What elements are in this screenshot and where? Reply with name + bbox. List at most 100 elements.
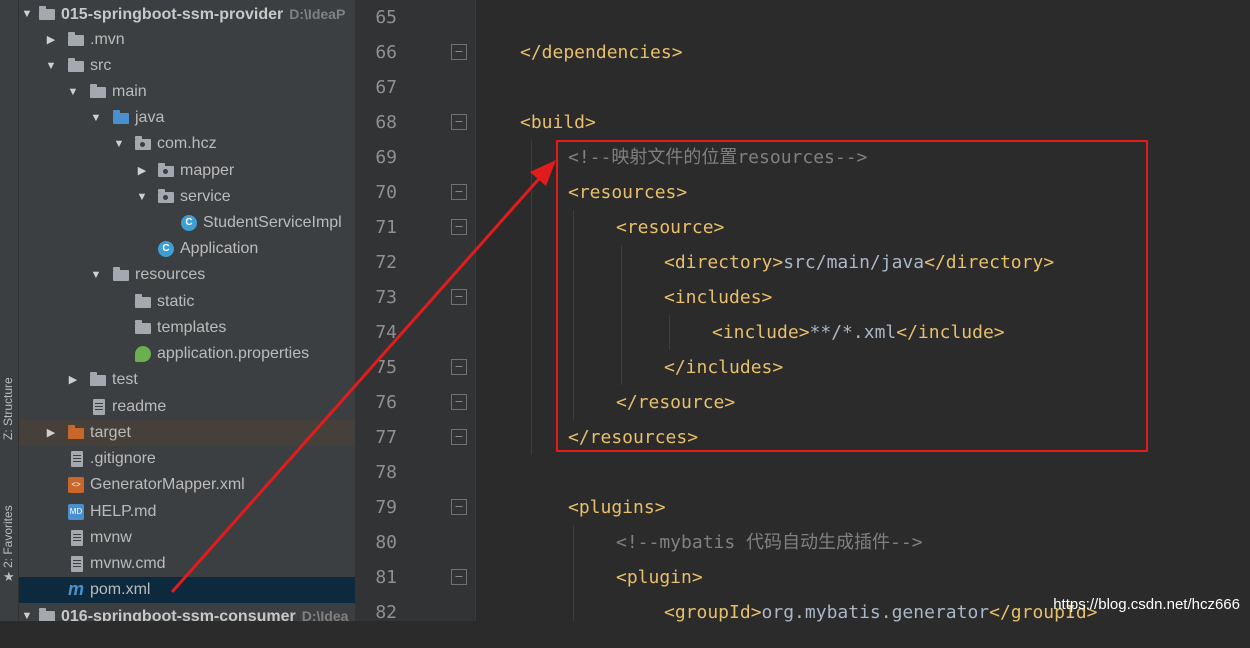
tree-item-static[interactable]: static — [19, 289, 355, 315]
fold-start-icon[interactable]: − — [451, 289, 467, 305]
tree-item-test[interactable]: ▶ test — [19, 367, 355, 393]
tree-item-com-hcz[interactable]: ▼ com.hcz — [19, 131, 355, 157]
fold-start-icon[interactable]: − — [451, 114, 467, 130]
tree-item-label: .gitignore — [90, 450, 156, 467]
package-icon — [158, 163, 174, 177]
expand-arrow-icon[interactable]: ▶ — [45, 27, 57, 53]
fold-start-icon[interactable]: − — [451, 184, 467, 200]
collapse-arrow-icon[interactable]: ▼ — [21, 1, 33, 27]
fold-end-icon[interactable]: − — [451, 44, 467, 60]
line-number: 76 — [375, 392, 397, 413]
collapse-arrow-icon[interactable]: ▼ — [21, 603, 33, 621]
fold-start-icon[interactable]: − — [451, 569, 467, 585]
tree-item-label: target — [90, 424, 131, 441]
fold-end-icon[interactable]: − — [451, 394, 467, 410]
tree-item-label: resources — [135, 266, 206, 283]
line-number: 71 — [375, 217, 397, 238]
tree-item-help-md[interactable]: MD HELP.md — [19, 499, 355, 525]
tree-item-application[interactable]: C Application — [19, 236, 355, 262]
tree-item-target[interactable]: ▶ target — [19, 420, 355, 446]
tree-item-mvn[interactable]: ▶ .mvn — [19, 27, 355, 53]
expand-arrow-icon[interactable]: ▶ — [136, 158, 148, 184]
line-number: 68 — [375, 112, 397, 133]
collapse-arrow-icon[interactable]: ▼ — [136, 184, 148, 210]
code-line-79: <plugins> — [568, 497, 666, 518]
code-line-81: <plugin> — [616, 567, 703, 588]
folder-icon — [135, 320, 151, 334]
tree-item-module-root[interactable]: ▼ 015-springboot-ssm-provider D:\IdeaP — [19, 1, 355, 27]
tree-item-readme[interactable]: readme — [19, 394, 355, 420]
line-number: 77 — [375, 427, 397, 448]
fold-end-icon[interactable]: − — [451, 429, 467, 445]
line-number: 65 — [375, 7, 397, 28]
tree-item-java[interactable]: ▼ java — [19, 105, 355, 131]
tool-window-strip: Z: Structure 2: Favorites ★ — [0, 0, 19, 621]
expand-arrow-icon[interactable]: ▶ — [45, 420, 57, 446]
line-number: 82 — [375, 602, 397, 623]
source-folder-icon — [113, 110, 129, 124]
module-folder-icon — [39, 608, 55, 621]
tree-item-label: service — [180, 188, 231, 205]
tree-item-student-service-impl[interactable]: C StudentServiceImpl — [19, 210, 355, 236]
tree-item-mapper[interactable]: ▶ mapper — [19, 158, 355, 184]
indent-guide — [531, 140, 532, 455]
tree-item-src[interactable]: ▼ src — [19, 53, 355, 79]
line-number: 69 — [375, 147, 397, 168]
tree-item-label: pom.xml — [90, 581, 151, 598]
collapse-arrow-icon[interactable]: ▼ — [90, 262, 102, 288]
folder-icon — [68, 32, 84, 46]
tree-item-templates[interactable]: templates — [19, 315, 355, 341]
tree-item-label: com.hcz — [157, 135, 217, 152]
file-icon — [71, 530, 83, 546]
tree-item-pom-xml[interactable]: m pom.xml — [19, 577, 355, 603]
maven-icon: m — [68, 579, 85, 599]
tree-item-gitignore[interactable]: .gitignore — [19, 446, 355, 472]
code-line-66: </dependencies> — [520, 42, 683, 63]
project-tree[interactable]: ▼ 015-springboot-ssm-provider D:\IdeaP ▶ … — [19, 0, 355, 621]
tree-item-resources[interactable]: ▼ resources — [19, 262, 355, 288]
line-number: 66 — [375, 42, 397, 63]
tree-item-label: 016-springboot-ssm-consumer — [61, 608, 296, 621]
folder-icon — [90, 372, 106, 386]
tree-item-mvnw[interactable]: mvnw — [19, 525, 355, 551]
tree-item-label: .mvn — [90, 31, 125, 48]
indent-guide — [573, 525, 574, 621]
file-icon — [71, 556, 83, 572]
collapse-arrow-icon[interactable]: ▼ — [113, 131, 125, 157]
line-number: 67 — [375, 77, 397, 98]
collapse-arrow-icon[interactable]: ▼ — [67, 79, 79, 105]
fold-start-icon[interactable]: − — [451, 499, 467, 515]
tree-item-label: 015-springboot-ssm-provider — [61, 6, 284, 23]
line-number: 73 — [375, 287, 397, 308]
tree-item-label: application.properties — [157, 345, 310, 362]
fold-start-icon[interactable]: − — [451, 219, 467, 235]
spring-properties-icon — [135, 346, 151, 362]
file-icon — [71, 451, 83, 467]
package-icon — [135, 136, 151, 150]
tree-item-consumer-module[interactable]: ▼ 016-springboot-ssm-consumer D:\Idea — [19, 603, 355, 621]
code-line-82: <groupId>org.mybatis.generator</groupId> — [664, 602, 1098, 623]
excluded-folder-icon — [68, 425, 84, 439]
line-number: 79 — [375, 497, 397, 518]
tree-item-label: templates — [157, 319, 227, 336]
collapse-arrow-icon[interactable]: ▼ — [90, 105, 102, 131]
folder-icon — [90, 84, 106, 98]
collapse-arrow-icon[interactable]: ▼ — [45, 53, 57, 79]
tree-item-label: src — [90, 57, 112, 74]
tree-item-label: java — [135, 109, 165, 126]
xml-file-icon: <> — [68, 477, 84, 493]
tree-item-label: main — [112, 83, 147, 100]
tree-item-generator-mapper[interactable]: <> GeneratorMapper.xml — [19, 472, 355, 498]
tree-item-mvnw-cmd[interactable]: mvnw.cmd — [19, 551, 355, 577]
class-icon: C — [181, 215, 197, 231]
fold-end-icon[interactable]: − — [451, 359, 467, 375]
tree-item-main[interactable]: ▼ main — [19, 79, 355, 105]
tree-item-label: readme — [112, 398, 167, 415]
expand-arrow-icon[interactable]: ▶ — [67, 367, 79, 393]
line-number: 81 — [375, 567, 397, 588]
tree-item-application-properties[interactable]: application.properties — [19, 341, 355, 367]
tree-item-label: HELP.md — [90, 503, 157, 520]
module-path: D:\Idea — [301, 608, 349, 621]
tree-item-service[interactable]: ▼ service — [19, 184, 355, 210]
resources-folder-icon — [113, 267, 129, 281]
